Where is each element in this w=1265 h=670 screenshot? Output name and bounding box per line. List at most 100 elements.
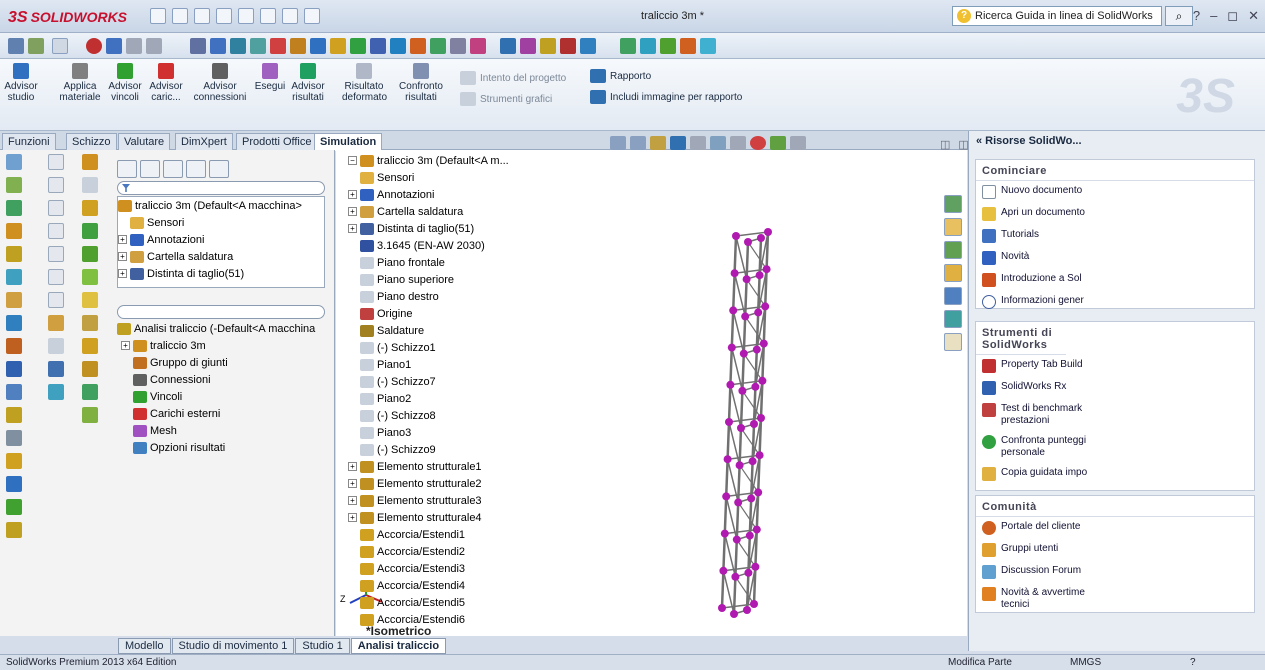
toolbar-icon[interactable] (560, 38, 576, 54)
tab-dimxpert[interactable]: DimXpert (175, 133, 233, 150)
toolbar-icon[interactable] (410, 38, 426, 54)
toolbar-icon[interactable] (6, 292, 22, 308)
tree-item[interactable]: + Cartella saldatura (118, 248, 324, 265)
scene-icon[interactable] (770, 136, 786, 150)
toolbar-icon[interactable] (48, 223, 64, 239)
tree-item[interactable]: Piano3 (348, 424, 568, 441)
toolbar-icon[interactable] (6, 246, 22, 262)
toolbar-icon[interactable] (390, 38, 406, 54)
toolbar-icon[interactable] (48, 292, 64, 308)
toolbar-icon[interactable] (6, 269, 22, 285)
toolbar-icon[interactable] (82, 223, 98, 239)
select-icon[interactable] (52, 38, 68, 54)
toolbar-icon[interactable] (6, 338, 22, 354)
help-icon[interactable]: ? (1190, 657, 1196, 668)
compare-score-link[interactable]: Confronta punteggi personale (976, 431, 1096, 463)
app-logo[interactable]: 3S SOLIDWORKS (8, 9, 127, 27)
toolbar-icon[interactable] (6, 154, 22, 170)
advisor-fixtures-button[interactable]: Advisor vincoli (108, 63, 142, 103)
expand-icon[interactable]: + (118, 252, 127, 261)
tree-item[interactable]: (-) Schizzo8 (348, 407, 568, 424)
display-style-icon[interactable] (710, 136, 726, 150)
toolbar-icon[interactable] (6, 407, 22, 423)
zoom-to-fit-icon[interactable] (610, 136, 626, 150)
tree-item[interactable]: 3.1645 (EN-AW 2030) (348, 237, 568, 254)
expand-icon[interactable]: + (348, 207, 357, 216)
toolbar-icon[interactable] (700, 38, 716, 54)
tab-office-products[interactable]: Prodotti Office (236, 133, 318, 150)
expand-icon[interactable]: + (348, 224, 357, 233)
tree-item[interactable]: Origine (348, 305, 568, 322)
solidworks-rx-link[interactable]: SolidWorks Rx (976, 377, 1254, 399)
feature-manager-tab[interactable] (117, 160, 137, 178)
tree-item[interactable]: + Elemento strutturale2 (348, 475, 568, 492)
tab-features[interactable]: Funzioni (2, 133, 56, 150)
tree-item[interactable]: (-) Schizzo7 (348, 373, 568, 390)
tree-item[interactable]: Sensori (118, 214, 324, 231)
toolbar-icon[interactable] (48, 177, 64, 193)
expand-icon[interactable]: + (348, 462, 357, 471)
toolbar-icon[interactable] (82, 292, 98, 308)
toolbar-icon[interactable] (48, 154, 64, 170)
toolbar-icon[interactable] (210, 38, 226, 54)
configuration-manager-tab[interactable] (163, 160, 183, 178)
benchmark-link[interactable]: Test di benchmark prestazioni (976, 399, 1096, 431)
appearances-tab-icon[interactable] (944, 310, 962, 328)
graphic-tools-button[interactable]: Strumenti grafici (460, 92, 552, 106)
toolbar-icon[interactable] (6, 200, 22, 216)
include-image-button[interactable]: Includi immagine per rapporto (590, 90, 742, 104)
expand-icon[interactable]: + (118, 235, 127, 244)
toolbar-icon[interactable] (82, 315, 98, 331)
feature-filter-input[interactable] (117, 181, 325, 195)
expand-icon[interactable]: + (118, 269, 127, 278)
resources-tab-icon[interactable] (944, 195, 962, 213)
toolbar-icon[interactable] (86, 38, 102, 54)
toolbar-icon[interactable] (540, 38, 556, 54)
section-view-icon[interactable] (670, 136, 686, 150)
tab-motion-study[interactable]: Studio di movimento 1 (171, 638, 295, 654)
deformed-result-button[interactable]: Risultato deformato (342, 63, 387, 103)
toolbar-icon[interactable] (48, 246, 64, 262)
tree-item[interactable]: Piano1 (348, 356, 568, 373)
general-info-link[interactable]: Informazioni gener (976, 291, 1254, 313)
toolbar-icon[interactable] (620, 38, 636, 54)
design-library-tab-icon[interactable] (944, 241, 962, 259)
apply-material-button[interactable]: Applica materiale (58, 63, 102, 103)
toolbar-icon[interactable] (6, 223, 22, 239)
tree-item[interactable]: Accorcia/Estendi3 (348, 560, 568, 577)
toolbar-icon[interactable] (370, 38, 386, 54)
tree-item[interactable]: Vincoli (117, 388, 329, 405)
advisor-loads-button[interactable]: Advisor caric... (146, 63, 186, 103)
tree-item[interactable]: Gruppo di giunti (117, 354, 329, 371)
collapse-icon[interactable]: − (348, 156, 357, 165)
toolbar-icon[interactable] (470, 38, 486, 54)
expand-icon[interactable]: + (348, 513, 357, 522)
open-icon[interactable] (172, 8, 188, 24)
tree-item[interactable]: (-) Schizzo9 (348, 441, 568, 458)
study-item[interactable]: Analisi traliccio (-Default<A macchina (117, 320, 329, 337)
custom-properties-tab-icon[interactable] (944, 333, 962, 351)
tree-item[interactable]: Piano frontale (348, 254, 568, 271)
tree-item[interactable]: Carichi esterni (117, 405, 329, 422)
tree-item[interactable]: + Annotazioni (348, 186, 568, 203)
toolbar-icon[interactable] (580, 38, 596, 54)
toolbar-icon[interactable] (48, 384, 64, 400)
view-settings-icon[interactable] (790, 136, 806, 150)
tree-item[interactable]: + traliccio 3m (117, 337, 329, 354)
display-manager-tab[interactable] (209, 160, 229, 178)
close-icon[interactable]: ✕ (1248, 8, 1259, 24)
home-tab-icon[interactable] (944, 218, 962, 236)
tab-study-1[interactable]: Studio 1 (295, 638, 350, 654)
dimxpert-manager-tab[interactable] (186, 160, 206, 178)
toolbar-icon[interactable] (520, 38, 536, 54)
toolbar-icon[interactable] (82, 384, 98, 400)
toolbar-icon[interactable] (430, 38, 446, 54)
minimize-icon[interactable]: – (1210, 8, 1217, 24)
expand-icon[interactable]: + (348, 496, 357, 505)
toolbar-icon[interactable] (6, 476, 22, 492)
toolbar-icon[interactable] (6, 384, 22, 400)
tree-item[interactable]: Saldature (348, 322, 568, 339)
discussion-forum-link[interactable]: Discussion Forum (976, 561, 1254, 583)
property-tab-builder-link[interactable]: Property Tab Build (976, 355, 1254, 377)
toolbar-icon[interactable] (126, 38, 142, 54)
